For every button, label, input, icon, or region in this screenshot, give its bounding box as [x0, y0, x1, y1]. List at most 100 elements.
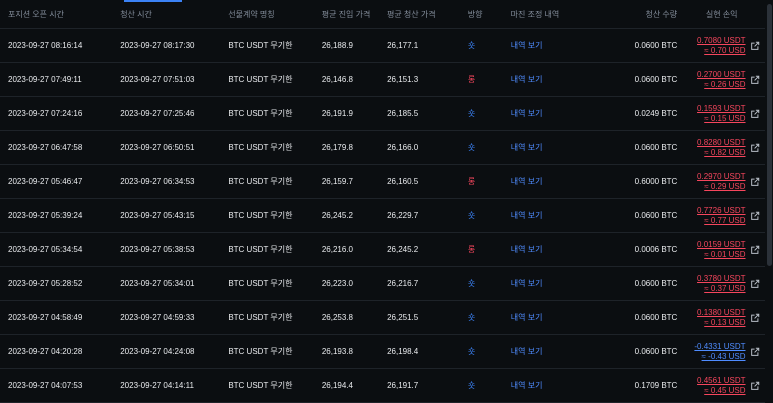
- direction-badge: 숏: [467, 41, 476, 50]
- realized-pnl[interactable]: 0.0159 USDT ≈ 0.01 USD: [677, 240, 745, 260]
- col-close-time[interactable]: 청산 시간: [112, 9, 228, 20]
- close-quantity: 0.0600 BTC: [634, 75, 678, 84]
- pnl-usdt[interactable]: 0.4561 USDT: [697, 376, 745, 386]
- pnl-usd[interactable]: ≈ 0.70 USD: [704, 46, 745, 56]
- view-history-link[interactable]: 내역 보기: [511, 312, 595, 323]
- table-row: 2023-09-27 05:34:54 2023-09-27 05:38:53 …: [0, 233, 765, 267]
- view-history-link[interactable]: 내역 보기: [511, 176, 595, 187]
- realized-pnl[interactable]: 0.1380 USDT ≈ 0.13 USD: [677, 308, 745, 328]
- close-quantity: 0.0600 BTC: [634, 313, 678, 322]
- avg-close-price: 26,245.2: [387, 245, 419, 254]
- external-link-icon: [751, 347, 760, 356]
- pnl-usd[interactable]: ≈ 0.01 USD: [704, 250, 745, 260]
- pnl-usdt[interactable]: -0.4331 USDT: [694, 342, 745, 352]
- pnl-usd[interactable]: ≈ 0.15 USD: [704, 114, 745, 124]
- pnl-usdt[interactable]: 0.8280 USDT: [697, 138, 745, 148]
- realized-pnl[interactable]: 0.2970 USDT ≈ 0.29 USD: [677, 172, 745, 192]
- close-time: 2023-09-27 05:34:01: [120, 279, 195, 288]
- pnl-usd[interactable]: ≈ 0.77 USD: [704, 216, 745, 226]
- realized-pnl[interactable]: 0.4561 USDT ≈ 0.45 USD: [677, 376, 745, 396]
- avg-close-price: 26,251.5: [387, 313, 419, 322]
- close-time: 2023-09-27 05:43:15: [120, 211, 195, 220]
- share-button[interactable]: [746, 211, 765, 221]
- open-time: 2023-09-27 06:47:58: [8, 143, 83, 152]
- contract-name: BTC USDT 무기한: [228, 41, 293, 50]
- view-history-link[interactable]: 내역 보기: [511, 40, 595, 51]
- open-time: 2023-09-27 05:39:24: [8, 211, 83, 220]
- realized-pnl[interactable]: 0.1593 USDT ≈ 0.15 USD: [677, 104, 745, 124]
- direction-badge: 숏: [467, 109, 476, 118]
- close-time: 2023-09-27 08:17:30: [120, 41, 195, 50]
- table-header: 포지션 오픈 시간 청산 시간 선물계약 명칭 평균 진입 가격 평균 청산 가…: [0, 0, 765, 29]
- table-row: 2023-09-27 07:49:11 2023-09-27 07:51:03 …: [0, 63, 765, 97]
- realized-pnl[interactable]: 0.7080 USDT ≈ 0.70 USD: [677, 36, 745, 56]
- pnl-usdt[interactable]: 0.1593 USDT: [697, 104, 745, 114]
- close-time: 2023-09-27 06:34:53: [120, 177, 195, 186]
- share-button[interactable]: [746, 109, 765, 119]
- view-history-link[interactable]: 내역 보기: [511, 244, 595, 255]
- view-history-link[interactable]: 내역 보기: [511, 346, 595, 357]
- share-button[interactable]: [746, 313, 765, 323]
- contract-name: BTC USDT 무기한: [228, 143, 293, 152]
- scrollbar-thumb[interactable]: [767, 4, 772, 266]
- share-button[interactable]: [746, 279, 765, 289]
- pnl-usdt[interactable]: 0.7080 USDT: [697, 36, 745, 46]
- contract-name: BTC USDT 무기한: [228, 75, 293, 84]
- view-history-link[interactable]: 내역 보기: [511, 380, 595, 391]
- contract-name: BTC USDT 무기한: [228, 245, 293, 254]
- pnl-usd[interactable]: ≈ -0.43 USD: [702, 352, 746, 362]
- close-time: 2023-09-27 06:50:51: [120, 143, 195, 152]
- share-button[interactable]: [746, 381, 765, 391]
- pnl-usd[interactable]: ≈ 0.45 USD: [704, 386, 745, 396]
- share-button[interactable]: [746, 41, 765, 51]
- vertical-scrollbar[interactable]: [765, 0, 773, 400]
- direction-badge: 롱: [467, 177, 476, 186]
- table-row: 2023-09-27 05:28:52 2023-09-27 05:34:01 …: [0, 267, 765, 301]
- realized-pnl[interactable]: 0.3780 USDT ≈ 0.37 USD: [677, 274, 745, 294]
- pnl-usdt[interactable]: 0.0159 USDT: [697, 240, 745, 250]
- view-history-link[interactable]: 내역 보기: [511, 74, 595, 85]
- avg-entry-price: 26,216.0: [321, 245, 353, 254]
- avg-close-price: 26,160.5: [387, 177, 419, 186]
- pnl-usd[interactable]: ≈ 0.13 USD: [704, 318, 745, 328]
- avg-close-price: 26,177.1: [387, 41, 419, 50]
- col-avg-close: 평균 청산 가격: [386, 9, 436, 19]
- active-sort-indicator: [124, 0, 182, 2]
- avg-entry-price: 26,179.8: [321, 143, 353, 152]
- share-button[interactable]: [746, 347, 765, 357]
- view-history-link[interactable]: 내역 보기: [511, 278, 595, 289]
- realized-pnl[interactable]: 0.7726 USDT ≈ 0.77 USD: [677, 206, 745, 226]
- col-open-time[interactable]: 포지션 오픈 시간: [0, 9, 112, 20]
- share-button[interactable]: [746, 75, 765, 85]
- col-avg-entry: 평균 진입 가격: [321, 9, 371, 19]
- realized-pnl[interactable]: 0.2700 USDT ≈ 0.26 USD: [677, 70, 745, 90]
- pnl-usd[interactable]: ≈ 0.26 USD: [704, 80, 745, 90]
- contract-name: BTC USDT 무기한: [228, 279, 293, 288]
- pnl-usd[interactable]: ≈ 0.82 USD: [704, 148, 745, 158]
- view-history-link[interactable]: 내역 보기: [511, 108, 595, 119]
- external-link-icon: [751, 211, 760, 220]
- pnl-usdt[interactable]: 0.7726 USDT: [697, 206, 745, 216]
- direction-badge: 숏: [467, 381, 476, 390]
- col-close-qty: 청산 수량: [645, 9, 678, 19]
- table-row: 2023-09-27 08:16:14 2023-09-27 08:17:30 …: [0, 29, 765, 63]
- pnl-usdt[interactable]: 0.3780 USDT: [697, 274, 745, 284]
- view-history-link[interactable]: 내역 보기: [511, 142, 595, 153]
- pnl-usdt[interactable]: 0.2700 USDT: [697, 70, 745, 80]
- share-button[interactable]: [746, 245, 765, 255]
- pnl-usdt[interactable]: 0.2970 USDT: [697, 172, 745, 182]
- contract-name: BTC USDT 무기한: [228, 347, 293, 356]
- avg-entry-price: 26,146.8: [321, 75, 353, 84]
- realized-pnl[interactable]: 0.8280 USDT ≈ 0.82 USD: [677, 138, 745, 158]
- pnl-usd[interactable]: ≈ 0.29 USD: [704, 182, 745, 192]
- table-row: 2023-09-27 04:07:53 2023-09-27 04:14:11 …: [0, 369, 765, 403]
- pnl-usdt[interactable]: 0.1380 USDT: [697, 308, 745, 318]
- share-button[interactable]: [746, 177, 765, 187]
- direction-badge: 롱: [467, 75, 476, 84]
- share-button[interactable]: [746, 143, 765, 153]
- avg-close-price: 26,198.4: [387, 347, 419, 356]
- realized-pnl[interactable]: -0.4331 USDT ≈ -0.43 USD: [677, 342, 745, 362]
- pnl-usd[interactable]: ≈ 0.37 USD: [704, 284, 745, 294]
- direction-badge: 숏: [467, 347, 476, 356]
- view-history-link[interactable]: 내역 보기: [511, 210, 595, 221]
